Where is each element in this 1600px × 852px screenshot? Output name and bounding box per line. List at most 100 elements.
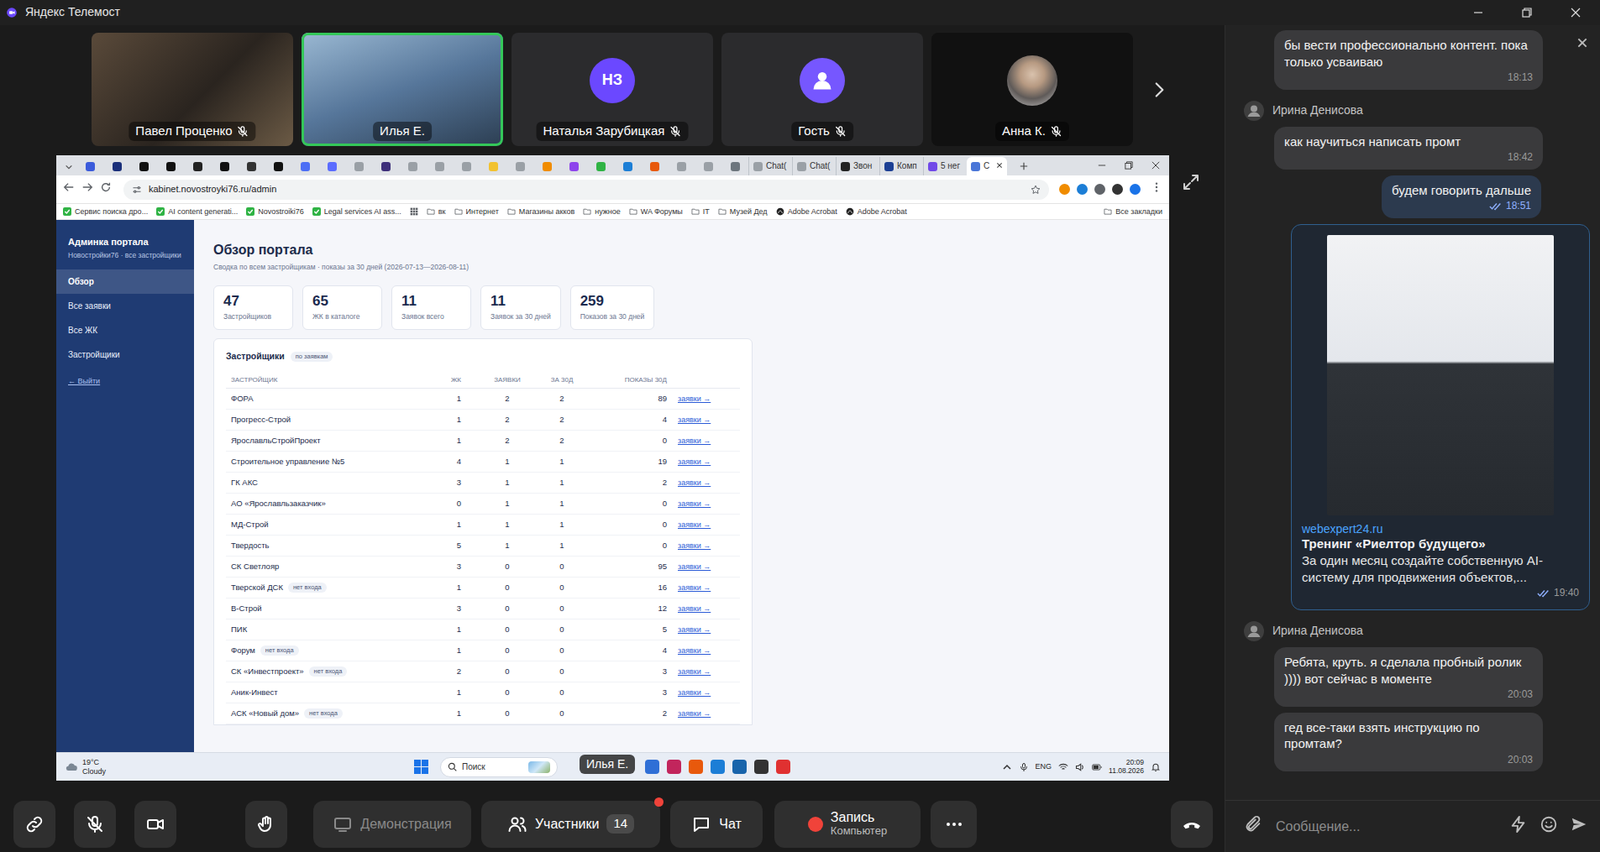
browser-tab[interactable] — [398, 157, 426, 176]
camera-button[interactable] — [134, 801, 177, 849]
app-icon[interactable] — [754, 760, 769, 775]
url-text[interactable]: kabinet.novostroyki76.ru/admin — [148, 183, 1024, 196]
logout-link[interactable]: ← Выйти — [56, 367, 195, 397]
back-button[interactable] — [62, 181, 75, 198]
participant-tile[interactable]: Илья Е. — [301, 32, 504, 147]
app-icon[interactable] — [710, 760, 725, 775]
link-preview-message[interactable]: webexpert24.ruТренинг «Риелтор будущего»… — [1290, 224, 1590, 611]
bookmark-label[interactable]: Legal services AI ass... — [324, 208, 402, 216]
hand-button[interactable] — [245, 801, 288, 849]
bookmark[interactable]: Novostroiki76 — [246, 207, 305, 216]
app-icon[interactable] — [776, 760, 791, 775]
requests-link[interactable]: заявки → — [677, 436, 711, 446]
requests-link[interactable]: заявки → — [677, 709, 711, 719]
requests-link[interactable]: заявки → — [677, 688, 711, 698]
browser-tab[interactable] — [640, 157, 668, 176]
browser-restore-button[interactable] — [1115, 155, 1143, 176]
sidebar-item[interactable]: Все ЖК — [56, 318, 195, 343]
requests-link[interactable]: заявки → — [677, 604, 711, 614]
browser-tab[interactable] — [479, 157, 507, 176]
bookmark-label[interactable]: WA Форумы — [640, 208, 683, 216]
browser-tab[interactable] — [694, 157, 722, 176]
browser-minimize-button[interactable] — [1088, 155, 1116, 176]
share-button[interactable]: Демонстрация — [313, 801, 472, 849]
all-bookmarks-label[interactable]: Все закладки — [1115, 208, 1163, 216]
sidebar-item[interactable]: Обзор — [56, 269, 195, 294]
requests-link[interactable]: заявки → — [677, 415, 711, 425]
url-field[interactable]: kabinet.novostroyki76.ru/admin — [123, 179, 1050, 200]
sidebar-item[interactable]: Застройщики — [56, 342, 195, 368]
fullscreen-button[interactable] — [1180, 172, 1202, 193]
browser-tab[interactable] — [210, 157, 238, 176]
requests-link[interactable]: заявки → — [677, 562, 711, 572]
browser-tab[interactable]: Chat( — [748, 157, 793, 176]
close-button[interactable] — [1551, 0, 1600, 26]
browser-menu-button[interactable] — [1150, 181, 1163, 198]
sidebar-item[interactable]: Все заявки — [56, 293, 195, 319]
bookmark-label[interactable]: нужное — [594, 208, 621, 216]
browser-tab[interactable] — [506, 157, 534, 176]
browser-tab[interactable] — [130, 157, 158, 176]
bookmark[interactable]: Adobe Acrobat — [845, 207, 908, 216]
browser-tab[interactable] — [587, 157, 614, 176]
bookmark-label[interactable]: Сервис поиска дро... — [74, 208, 148, 216]
record-button[interactable]: ЗаписьКомпьютер — [774, 801, 921, 849]
bookmark[interactable]: Интернет — [454, 207, 499, 216]
browser-tab[interactable] — [183, 157, 211, 176]
language-indicator[interactable]: ENG — [1035, 762, 1053, 772]
browser-tab[interactable] — [533, 157, 561, 176]
bookmark-label[interactable]: Novostroiki76 — [257, 208, 305, 216]
extension-icon[interactable] — [1112, 183, 1123, 195]
bookmark[interactable]: нужное — [582, 207, 621, 216]
extension-icon[interactable] — [1094, 183, 1106, 195]
browser-tab[interactable]: С — [966, 157, 1008, 176]
browser-tab[interactable] — [157, 157, 184, 176]
requests-link[interactable]: заявки → — [677, 667, 711, 677]
bookmark-label[interactable]: Музей Дед — [729, 208, 768, 216]
browser-tab[interactable] — [291, 157, 319, 176]
requests-link[interactable]: заявки → — [677, 394, 711, 404]
browser-tab[interactable] — [560, 157, 588, 176]
all-bookmarks[interactable]: Все закладки — [1103, 207, 1163, 216]
browser-tab[interactable]: Комп — [879, 157, 924, 176]
bookmark-label[interactable]: Интернет — [466, 208, 499, 216]
bookmark[interactable]: вк — [426, 207, 446, 216]
bookmark[interactable]: Музей Дед — [718, 207, 768, 216]
browser-tab[interactable] — [372, 157, 399, 176]
browser-tab[interactable] — [103, 157, 131, 176]
requests-link[interactable]: заявки → — [677, 499, 711, 509]
close-tab-button[interactable] — [996, 162, 1003, 171]
minimize-button[interactable] — [1453, 0, 1503, 26]
bookmark[interactable]: WA Форумы — [629, 207, 683, 216]
participants-button[interactable]: Участники14 — [481, 801, 661, 849]
bookmark-label[interactable]: Adobe Acrobat — [857, 208, 908, 216]
participant-tile[interactable]: Павел Проценко — [91, 32, 294, 147]
requests-link[interactable]: заявки → — [677, 625, 711, 635]
bookmark[interactable]: Legal services AI ass... — [312, 207, 402, 216]
bookmark[interactable]: IT — [691, 207, 710, 216]
browser-tab[interactable] — [667, 157, 695, 176]
app-icon[interactable] — [645, 760, 660, 775]
send-button[interactable] — [1569, 815, 1589, 839]
browser-close-button[interactable] — [1142, 155, 1170, 176]
message-input[interactable] — [1274, 818, 1498, 837]
restore-button[interactable] — [1502, 0, 1552, 26]
browser-tab[interactable]: 5 нег — [923, 157, 967, 176]
requests-link[interactable]: заявки → — [677, 541, 711, 551]
bookmark-label[interactable]: вк — [438, 208, 446, 216]
requests-link[interactable]: заявки → — [677, 457, 711, 467]
next-participants-button[interactable] — [1148, 78, 1170, 101]
emoji-button[interactable] — [1539, 815, 1559, 839]
extension-icon[interactable] — [1129, 183, 1141, 195]
bookmark-label[interactable]: AI content generati... — [167, 208, 238, 216]
clock[interactable]: 20:0911.08.2026 — [1108, 759, 1144, 777]
tab-search-button[interactable] — [61, 158, 77, 176]
browser-tab[interactable] — [425, 157, 453, 176]
app-icon[interactable] — [666, 760, 682, 775]
new-tab-button[interactable] — [1015, 157, 1033, 176]
browser-tab[interactable] — [721, 157, 749, 176]
requests-link[interactable]: заявки → — [677, 583, 711, 593]
bookmark-label[interactable]: Adobe Acrobat — [787, 208, 838, 216]
browser-tab[interactable]: Chat( — [792, 157, 836, 176]
bookmark[interactable]: Сервис поиска дро... — [62, 207, 148, 216]
